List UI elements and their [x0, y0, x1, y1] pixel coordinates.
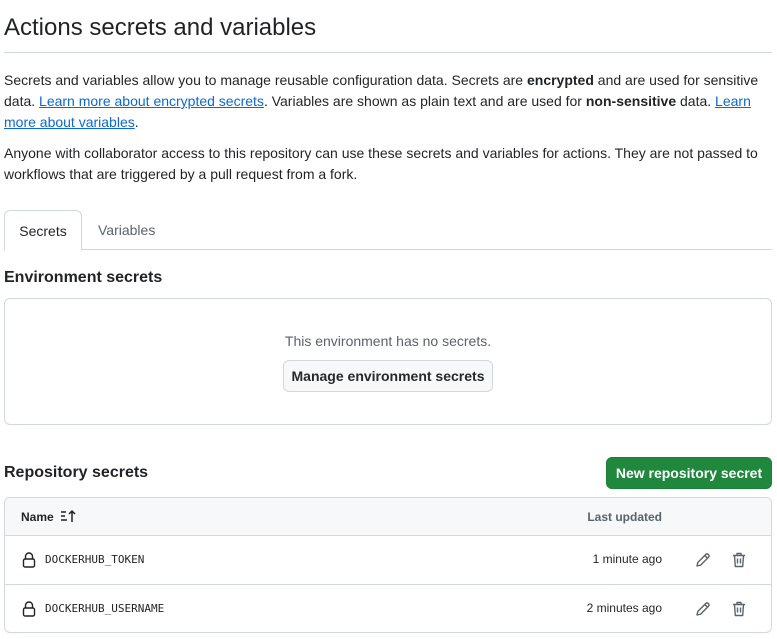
repository-secrets-heading: Repository secrets [4, 464, 149, 481]
collaborator-note: Anyone with collaborator access to this … [4, 145, 758, 182]
lock-icon [22, 601, 36, 617]
intro-text-3: . Variables are shown as plain text and … [263, 93, 586, 109]
repository-secrets-table: Name Last updated DOCKERHUB_TOKEN 1 minu… [4, 497, 772, 633]
manage-environment-secrets-button[interactable]: Manage environment secrets [283, 360, 493, 392]
intro-text-4: data. [676, 93, 716, 109]
intro-text-5: . [134, 114, 139, 130]
secret-last-updated: 1 minute ago [592, 552, 662, 566]
intro-bold-non-sensitive: non-sensitive [585, 93, 677, 109]
table-row: DOCKERHUB_USERNAME 2 minutes ago [5, 585, 771, 632]
column-header-last-updated: Last updated [587, 510, 662, 524]
tab-bar: Secrets Variables [4, 210, 772, 251]
title-divider [4, 52, 772, 53]
intro-text-1: Secrets and variables allow you to manag… [4, 72, 527, 88]
intro-bold-encrypted: encrypted [526, 72, 594, 88]
environment-secrets-heading: Environment secrets [4, 269, 163, 286]
column-header-name: Name [21, 510, 54, 524]
environment-secrets-panel: This environment has no secrets. Manage … [4, 298, 772, 425]
new-repository-secret-button[interactable]: New repository secret [606, 457, 772, 489]
page: Actions secrets and variables Secrets an… [0, 0, 777, 639]
secret-last-updated: 2 minutes ago [586, 601, 662, 615]
pencil-icon[interactable] [694, 600, 712, 618]
sort-ascending-icon[interactable] [60, 509, 78, 523]
trash-icon[interactable] [730, 551, 748, 569]
pencil-icon[interactable] [694, 551, 712, 569]
tab-secrets[interactable]: Secrets [4, 210, 82, 251]
intro-paragraph: Secrets and variables allow you to manag… [4, 70, 772, 133]
learn-more-secrets-link[interactable]: Learn more about encrypted secrets [39, 93, 264, 109]
secret-name: DOCKERHUB_TOKEN [45, 553, 145, 566]
page-title: Actions secrets and variables [4, 14, 317, 41]
empty-state-text: This environment has no secrets. [284, 333, 492, 349]
table-header: Name Last updated [5, 498, 771, 536]
secret-name: DOCKERHUB_USERNAME [45, 602, 165, 615]
trash-icon[interactable] [730, 600, 748, 618]
tab-variables[interactable]: Variables [82, 210, 171, 250]
table-row: DOCKERHUB_TOKEN 1 minute ago [5, 536, 771, 585]
lock-icon [22, 552, 36, 568]
